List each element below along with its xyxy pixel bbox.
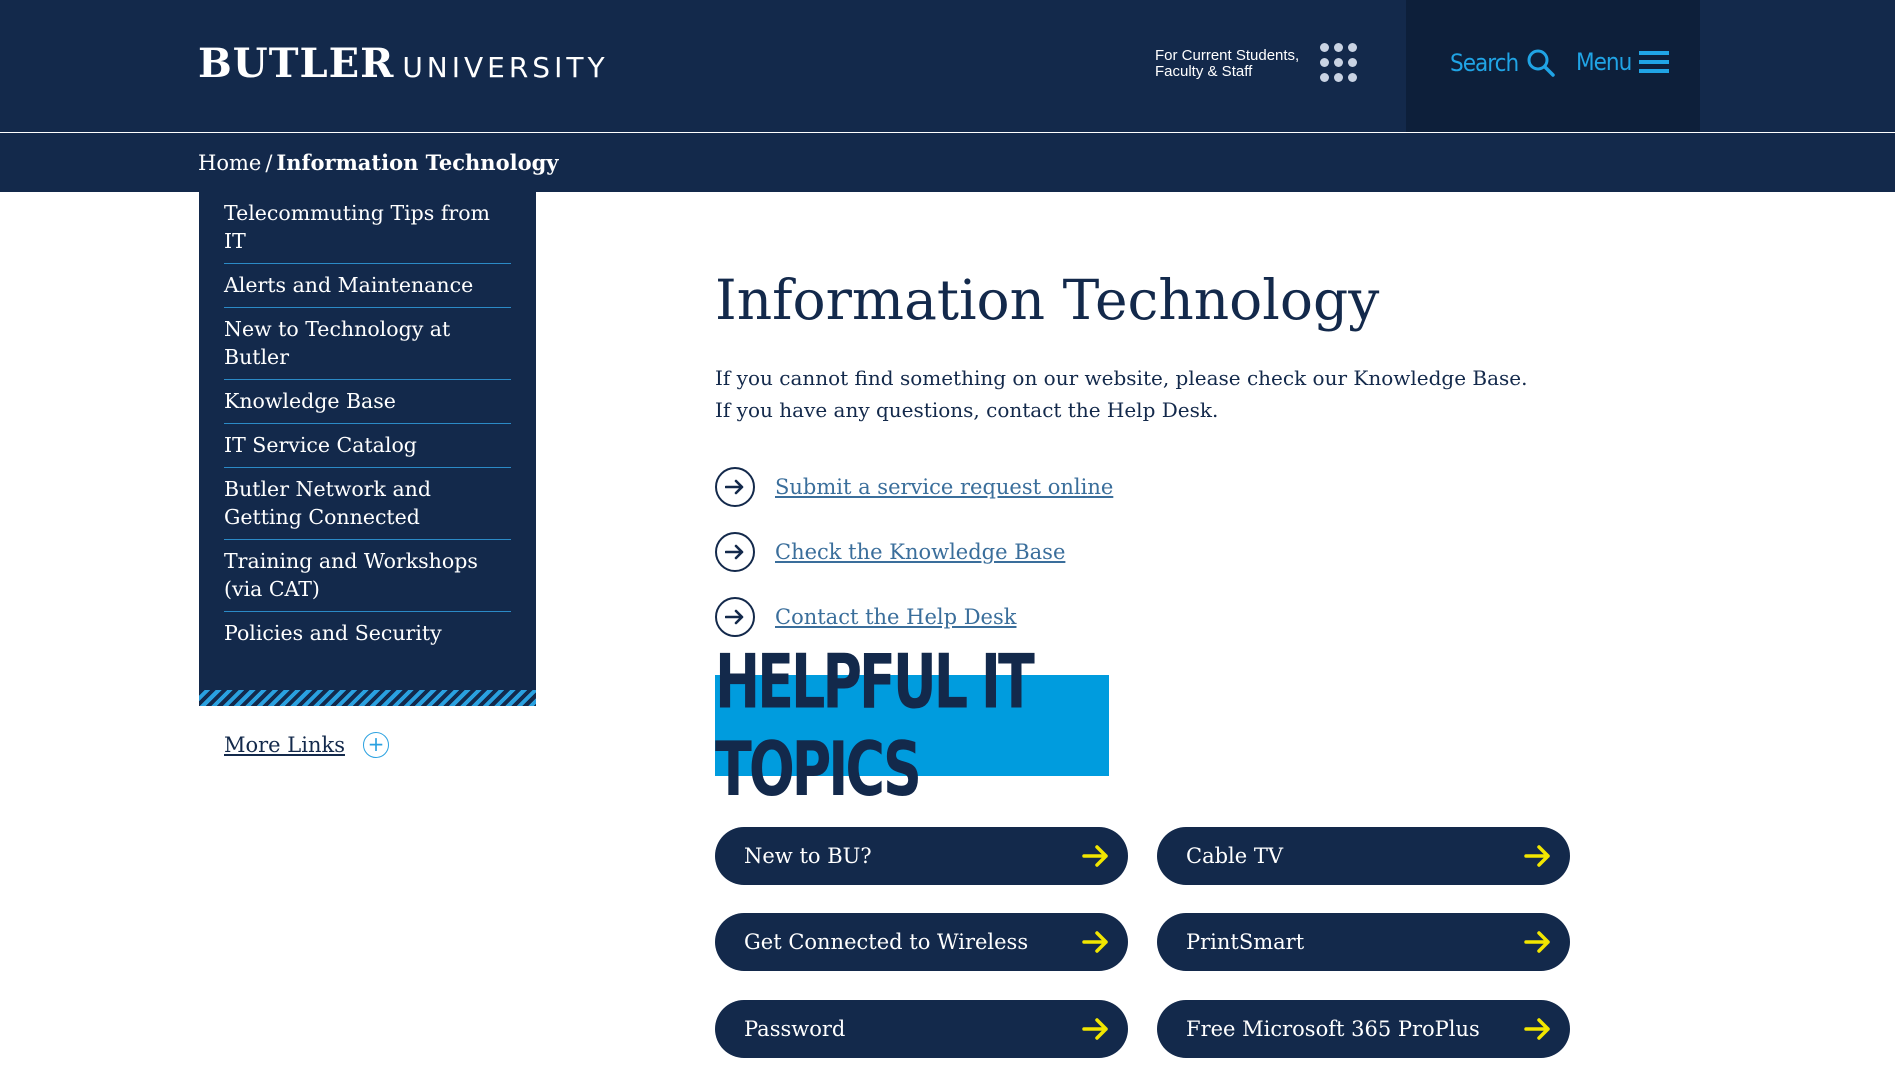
sidebar-item-network[interactable]: Butler Network and Getting Connected <box>224 468 511 540</box>
breadcrumb-home[interactable]: Home <box>198 151 261 175</box>
topic-label: Cable TV <box>1186 844 1284 868</box>
logo-wordmark-bold: BUTLER <box>198 40 395 87</box>
intro-text: If you cannot find something on our webs… <box>715 366 1528 422</box>
quick-link-help-desk[interactable]: Contact the Help Desk <box>715 595 1113 639</box>
current-students-line1: For Current Students, <box>1155 47 1300 64</box>
arrow-circle-icon <box>715 532 755 572</box>
page-title: Information Technology <box>715 268 1380 332</box>
banner-text: HELPFUL IT TOPICS <box>715 638 1035 813</box>
quick-link-service-request[interactable]: Submit a service request online <box>715 465 1113 509</box>
topic-button-printsmart[interactable]: PrintSmart <box>1157 913 1570 971</box>
sidebar-stripe <box>199 690 536 706</box>
arrow-right-icon <box>1082 1018 1108 1040</box>
sidebar-item-new-to-technology[interactable]: New to Technology at Butler <box>224 308 511 380</box>
sidebar-item-knowledge-base[interactable]: Knowledge Base <box>224 380 511 424</box>
sidebar-item-telecommuting[interactable]: Telecommuting Tips from IT <box>224 192 511 264</box>
arrow-right-icon <box>1524 845 1550 867</box>
breadcrumb-separator: / <box>265 151 273 175</box>
sidebar-nav: Telecommuting Tips from IT Alerts and Ma… <box>199 192 536 706</box>
topic-label: PrintSmart <box>1186 930 1305 954</box>
topic-button-password[interactable]: Password <box>715 1000 1128 1058</box>
quick-link-knowledge-base[interactable]: Check the Knowledge Base <box>715 530 1113 574</box>
quick-links: Submit a service request online Check th… <box>715 465 1113 660</box>
site-header: BUTLER UNIVERSITY For Current Students, F… <box>0 0 1895 132</box>
arrow-circle-icon <box>715 467 755 507</box>
search-icon <box>1527 49 1555 77</box>
topic-label: Free Microsoft 365 ProPlus <box>1186 1017 1480 1041</box>
breadcrumb: Home / Information Technology <box>198 150 558 175</box>
logo-wordmark-light: UNIVERSITY <box>402 51 609 84</box>
topic-button-cable-tv[interactable]: Cable TV <box>1157 827 1570 885</box>
quick-link-label[interactable]: Check the Knowledge Base <box>775 540 1065 564</box>
sidebar-item-alerts[interactable]: Alerts and Maintenance <box>224 264 511 308</box>
quick-link-label[interactable]: Submit a service request online <box>775 475 1113 499</box>
arrow-right-icon <box>1524 1018 1550 1040</box>
header-controls: Search Menu <box>1406 0 1700 132</box>
topic-label: Password <box>744 1017 846 1041</box>
topic-label: New to BU? <box>744 844 872 868</box>
current-students-line2: Faculty & Staff <box>1155 63 1253 80</box>
search-button[interactable]: Search <box>1450 48 1556 78</box>
topic-button-wireless[interactable]: Get Connected to Wireless <box>715 913 1128 971</box>
grid-dots-icon[interactable] <box>1320 43 1360 83</box>
more-links-label: More Links <box>224 733 345 757</box>
arrow-circle-icon <box>715 597 755 637</box>
helpful-topics-banner: HELPFUL IT TOPICS <box>715 638 1109 813</box>
quick-link-label[interactable]: Contact the Help Desk <box>775 605 1016 629</box>
breadcrumb-bar: Home / Information Technology <box>0 133 1895 192</box>
butler-logo[interactable]: BUTLER UNIVERSITY <box>198 40 609 87</box>
more-links-toggle[interactable]: More Links + <box>224 732 389 758</box>
topic-button-microsoft-365[interactable]: Free Microsoft 365 ProPlus <box>1157 1000 1570 1058</box>
sidebar-list: Telecommuting Tips from IT Alerts and Ma… <box>224 192 511 655</box>
menu-button[interactable]: Menu <box>1576 48 1670 76</box>
breadcrumb-current: Information Technology <box>276 150 559 175</box>
sidebar-item-service-catalog[interactable]: IT Service Catalog <box>224 424 511 468</box>
search-label: Search <box>1450 49 1519 77</box>
topic-label: Get Connected to Wireless <box>744 930 1029 954</box>
topic-button-new-to-bu[interactable]: New to BU? <box>715 827 1128 885</box>
arrow-right-icon <box>1524 931 1550 953</box>
sidebar-item-policies[interactable]: Policies and Security <box>224 612 511 655</box>
sidebar-item-training[interactable]: Training and Workshops (via CAT) <box>224 540 511 612</box>
current-students-link[interactable]: For Current Students, Faculty & Staff <box>1155 48 1315 80</box>
menu-label: Menu <box>1576 48 1632 76</box>
plus-circle-icon: + <box>362 732 389 758</box>
arrow-right-icon <box>1082 931 1108 953</box>
hamburger-menu-icon <box>1639 51 1670 73</box>
arrow-right-icon <box>1082 845 1108 867</box>
